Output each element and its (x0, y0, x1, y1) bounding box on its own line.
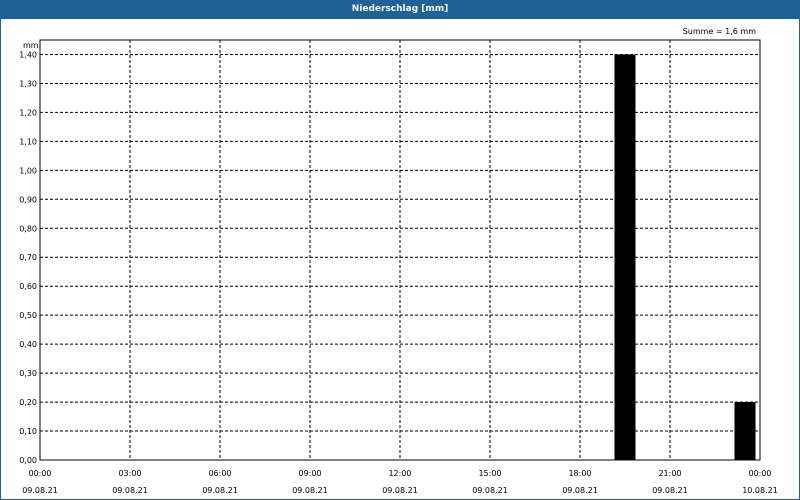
x-tick-time: 21:00 (658, 469, 681, 478)
y-tick-label: 1,20 (19, 108, 37, 117)
y-tick-label: 1,30 (19, 79, 37, 88)
x-tick-date: 09.08.21 (472, 486, 508, 495)
summary-label: Summe = 1,6 mm (683, 27, 757, 36)
x-tick-time: 06:00 (208, 469, 231, 478)
precipitation-bar (614, 54, 636, 460)
x-tick-date: 09.08.21 (112, 486, 148, 495)
x-tick-date: 09.08.21 (22, 486, 58, 495)
x-tick-time: 15:00 (478, 469, 501, 478)
x-tick-date: 09.08.21 (382, 486, 418, 495)
y-tick-label: 0,30 (19, 369, 37, 378)
precipitation-chart: 0,00 0,10 0,20 0,30 0,40 0,50 0,60 0,70 0,80 0,90… (19, 27, 778, 495)
x-tick-time: 03:00 (118, 469, 141, 478)
y-tick-label: 0,90 (19, 195, 37, 204)
y-tick-label: 0,00 (19, 456, 37, 465)
x-tick-time: 09:00 (298, 469, 321, 478)
x-tick-time: 12:00 (388, 469, 411, 478)
y-tick-label: 0,40 (19, 340, 37, 349)
precipitation-bar (734, 402, 756, 460)
y-tick-label: 0,10 (19, 427, 37, 436)
x-tick-labels: 00:00 09.08.21 03:00 09.08.21 06:00 09.08.21 0… (22, 469, 778, 495)
y-tick-label: 1,40 (19, 50, 37, 59)
y-axis-label: mm (23, 41, 39, 50)
y-tick-label: 0,50 (19, 311, 37, 320)
x-tick-time: 00:00 (28, 469, 51, 478)
x-tick-time: 00:00 (748, 469, 771, 478)
grid-lines (40, 40, 760, 460)
x-tick-date: 09.08.21 (292, 486, 328, 495)
x-tick-date: 09.08.21 (562, 486, 598, 495)
x-tick-date: 10.08.21 (742, 486, 778, 495)
y-tick-label: 1,00 (19, 166, 37, 175)
y-tick-labels: 0,00 0,10 0,20 0,30 0,40 0,50 0,60 0,70 0,80 0,90… (19, 50, 37, 465)
x-tick-date: 09.08.21 (202, 486, 238, 495)
y-tick-label: 1,10 (19, 137, 37, 146)
y-tick-label: 0,70 (19, 253, 37, 262)
y-tick-label: 0,20 (19, 398, 37, 407)
x-tick-time: 18:00 (568, 469, 591, 478)
x-tick-date: 09.08.21 (652, 486, 688, 495)
y-tick-label: 0,80 (19, 224, 37, 233)
y-tick-label: 0,60 (19, 282, 37, 291)
